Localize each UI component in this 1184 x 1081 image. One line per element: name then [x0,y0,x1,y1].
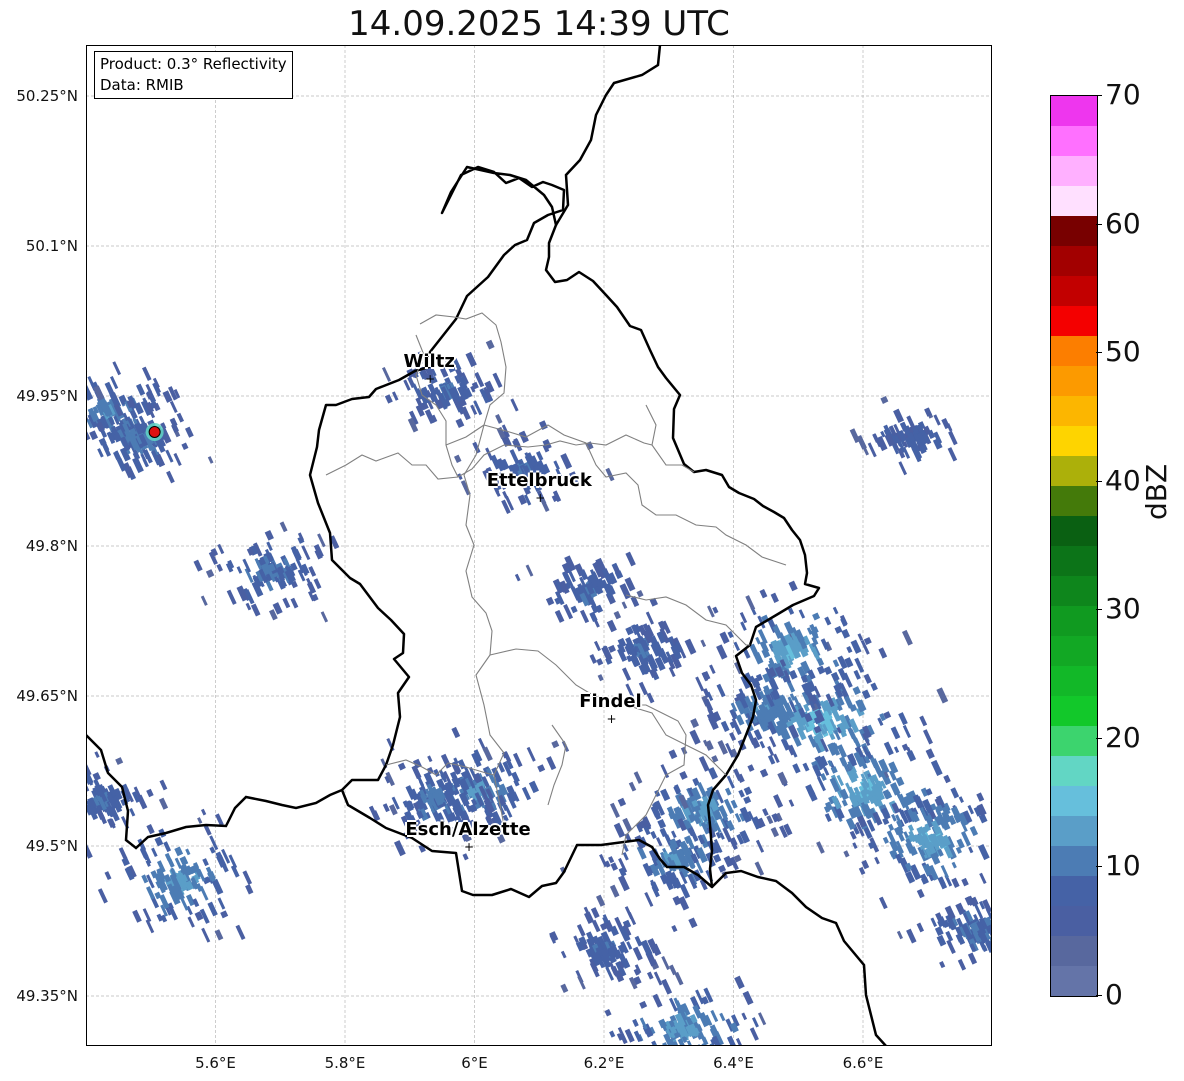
x-tick-label-0: 5.6°E [195,1054,236,1072]
colorbar-tick-5 [1096,352,1102,354]
city-label-0: Wiltz [403,351,455,372]
colorbar-tick-label-6: 60 [1105,206,1141,240]
colorbar-segment-8 [1051,726,1097,756]
radar-site-marker [148,426,161,438]
city-marker-3: + [464,840,475,854]
luxembourg-border [308,165,821,899]
belgium-border-west [86,734,343,850]
colorbar-segment-29 [1051,96,1097,126]
x-tick-label-1: 5.8°E [324,1054,366,1072]
colorbar-segment-4 [1051,846,1097,876]
colorbar-tick-label-2: 20 [1105,720,1141,754]
city-marker-2: + [606,712,617,726]
colorbar-tick-6 [1096,223,1102,225]
info-box: Product: 0.3° Reflectivity Data: RMIB [94,51,293,99]
map-title: 14.09.2025 14:39 UTC [348,4,730,44]
city-label-1: Ettelbruck [486,470,592,491]
colorbar-tick-label-3: 30 [1105,592,1141,626]
radar-site-group [145,423,164,441]
colorbar-segment-18 [1051,426,1097,456]
colorbar-segment-16 [1051,486,1097,516]
colorbar-segment-25 [1051,216,1097,246]
x-tick-label-4: 6.4°E [713,1054,754,1072]
y-tick-label-5: 49.5°N [25,837,78,855]
rain-cell-19 [849,395,958,476]
colorbar-tick-label-7: 70 [1105,78,1141,111]
rain-cell-7 [896,888,992,971]
rain-cell-15 [514,551,658,628]
colorbar-tick-label-5: 50 [1105,335,1141,369]
graticule [86,45,992,1046]
colorbar-tick-label-4: 40 [1105,463,1141,497]
x-tick-label-2: 6°E [461,1054,488,1072]
colorbar-segment-15 [1051,516,1097,546]
colorbar-segment-14 [1051,546,1097,576]
radar-map[interactable] [86,45,992,1046]
colorbar-tick-label-1: 10 [1105,849,1141,883]
colorbar-segment-5 [1051,816,1097,846]
colorbar [1050,95,1098,997]
colorbar-segment-17 [1051,456,1097,486]
colorbar-segment-12 [1051,606,1097,636]
map-canvas [86,45,992,1046]
colorbar-segment-10 [1051,666,1097,696]
city-label-2: Findel [579,691,642,712]
city-label-3: Esch/Alzette [405,819,531,840]
colorbar-tick-label-0: 0 [1105,978,1123,1011]
city-marker-1: + [535,491,546,505]
y-tick-label-6: 49.35°N [16,987,78,1005]
colorbar-segment-13 [1051,576,1097,606]
colorbar-segment-22 [1051,306,1097,336]
rain-cell-8 [604,959,767,1046]
colorbar-segment-1 [1051,936,1097,966]
colorbar-tick-1 [1096,866,1102,868]
colorbar-segment-11 [1051,636,1097,666]
colorbar-segment-19 [1051,396,1097,426]
colorbar-segment-21 [1051,336,1097,366]
colorbar-segment-28 [1051,126,1097,156]
colorbar-segment-9 [1051,696,1097,726]
city-marker-0: + [425,372,436,386]
colorbar-tick-2 [1096,737,1102,739]
y-tick-label-0: 50.25°N [16,87,78,105]
germany-border-southeast [711,869,887,1046]
colorbar-segment-0 [1051,966,1097,996]
germany-border-north [554,45,662,226]
colorbar-tick-3 [1096,609,1102,611]
colorbar-segment-23 [1051,276,1097,306]
product-text: Product: 0.3° Reflectivity [100,55,287,73]
colorbar-segment-7 [1051,756,1097,786]
x-tick-label-5: 6.6°E [842,1054,884,1072]
colorbar-label: dBZ [1140,463,1173,520]
y-tick-label-3: 49.8°N [25,537,78,555]
rain-cell-16 [589,601,697,704]
colorbar-tick-7 [1096,95,1102,96]
x-tick-label-3: 6.2°E [583,1054,625,1072]
colorbar-segment-26 [1051,186,1097,216]
y-tick-label-2: 49.95°N [16,387,78,405]
y-tick-label-4: 49.65°N [16,687,78,705]
colorbar-segment-20 [1051,366,1097,396]
rain-cell-11 [86,808,254,943]
colorbar-tick-4 [1096,480,1102,482]
colorbar-segment-3 [1051,876,1097,906]
data-source-text: Data: RMIB [100,76,184,94]
colorbar-segment-24 [1051,246,1097,276]
colorbar-tick-0 [1096,995,1102,996]
colorbar-segment-6 [1051,786,1097,816]
colorbar-segment-27 [1051,156,1097,186]
y-tick-label-1: 50.1°N [25,237,78,255]
colorbar-segment-2 [1051,906,1097,936]
